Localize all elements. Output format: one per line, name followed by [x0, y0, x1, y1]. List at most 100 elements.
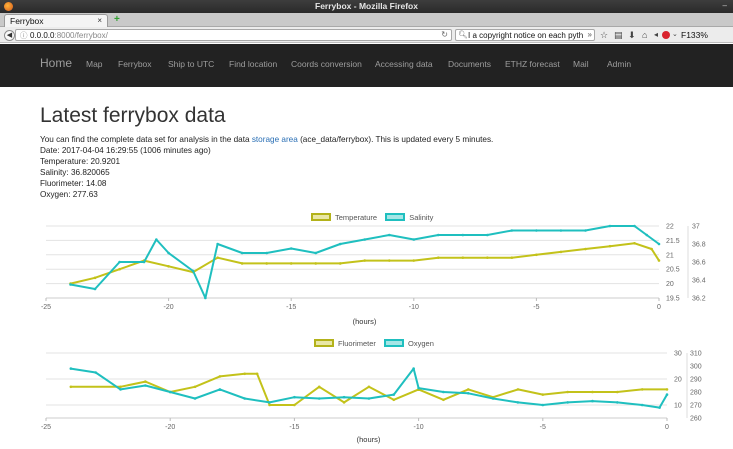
oxygen-series-point — [144, 384, 147, 387]
temperature-series-point — [265, 262, 268, 265]
fluorimeter-series-point — [541, 393, 545, 396]
nav-ethz-forecast[interactable]: ETHZ forecast — [505, 59, 560, 69]
oxygen-series-point — [591, 399, 594, 403]
adblock-icon[interactable] — [662, 31, 670, 39]
fluorimeter-series-point — [516, 388, 520, 391]
nav-map[interactable]: Map — [86, 59, 103, 69]
search-go-icon[interactable]: » — [587, 30, 592, 39]
legend-swatch-fluorimeter — [314, 339, 334, 347]
temperature-series-point — [461, 256, 465, 259]
oxygen-series-point — [466, 392, 470, 395]
salinity-series-point — [338, 242, 342, 246]
intro-before: You can find the complete data set for a… — [40, 135, 252, 144]
storage-area-link[interactable]: storage area — [252, 135, 298, 144]
oxygen-series-point — [640, 403, 644, 407]
pocket-icon[interactable]: ◂ — [654, 30, 658, 40]
info-icon[interactable]: ⓘ — [20, 30, 28, 41]
x-tick-label: 0 — [657, 304, 661, 311]
x-tick-label: -10 — [409, 304, 419, 311]
legend-label-salinity: Salinity — [409, 213, 434, 222]
salinity-series-point — [608, 224, 612, 228]
oxygen-series-point — [616, 401, 619, 404]
browser-tab[interactable]: Ferrybox × — [4, 14, 108, 27]
temperature-series-point — [412, 259, 416, 262]
url-bar[interactable]: ⓘ 0.0.0.0:8000/ferrybox/ ↻ — [15, 29, 452, 41]
y-tick-label-left: 20 — [666, 281, 674, 288]
nav-find-location[interactable]: Find location — [229, 59, 277, 69]
salinity-series-point — [461, 233, 465, 237]
salinity-series-point — [486, 233, 489, 237]
search-query: I a copyright notice on each pyth — [468, 31, 584, 40]
oxygen-series-point — [243, 397, 247, 400]
data-summary: You can find the complete data set for a… — [40, 134, 493, 200]
temperature-series-point — [338, 262, 342, 265]
y-tick-label-left: 21 — [666, 252, 674, 259]
temperature-series-point — [437, 256, 440, 259]
fluorimeter-series-point — [218, 375, 222, 378]
legend-item-oxygen[interactable]: Oxygen — [384, 339, 434, 348]
url-host: 0.0.0.0 — [30, 31, 55, 40]
salinity-series-point — [645, 233, 649, 237]
salinity-line: Salinity: 36.820065 — [40, 168, 110, 177]
x-axis-label: (hours) — [353, 317, 377, 326]
oxygen-series-point — [268, 401, 271, 404]
back-arrow-icon[interactable]: ◀ — [4, 30, 15, 41]
nav-home[interactable]: Home — [40, 56, 72, 70]
salinity-series-point — [69, 283, 72, 286]
main-content: Latest ferrybox data You can find the co… — [0, 87, 733, 449]
salinity-series-point — [412, 238, 416, 241]
reload-icon[interactable]: ↻ — [441, 30, 448, 39]
nav-documents[interactable]: Documents — [448, 59, 491, 69]
legend-label-fluorimeter: Fluorimeter — [338, 339, 376, 348]
salinity-series-point — [204, 296, 207, 300]
page-title: Latest ferrybox data — [40, 104, 226, 127]
nav-admin[interactable]: Admin — [607, 59, 631, 69]
temperature-series-point — [633, 241, 636, 245]
legend-item-fluorimeter[interactable]: Fluorimeter — [314, 339, 376, 348]
nav-ferrybox[interactable]: Ferrybox — [118, 59, 152, 69]
temperature-series-point — [650, 247, 653, 251]
salinity-series-point — [657, 242, 661, 246]
temperature-salinity-chart: -25 -20 -15 -10 -5 0 (hours) 19.5 20 20.5 21 21.5 22… — [41, 224, 706, 327]
temperature-series-point — [93, 276, 97, 280]
y-tick-label-right: 36.2 — [692, 296, 706, 303]
temperature-series-point — [486, 256, 489, 259]
home-icon[interactable]: ⌂ — [642, 30, 647, 40]
search-bar[interactable]: 🔍︎ I a copyright notice on each pyth » — [455, 29, 595, 41]
fluorimeter-series-point — [392, 398, 396, 402]
salinity-series-point — [142, 260, 146, 264]
minimize-icon[interactable]: – — [723, 1, 727, 10]
y-tick-label-right: 36.6 — [692, 260, 706, 267]
fluorimeter-series-point — [466, 388, 470, 391]
salinity-series-point — [191, 269, 195, 273]
new-tab-icon[interactable]: + — [114, 15, 120, 25]
salinity-series-point — [584, 229, 587, 232]
fluorimeter-series-point — [268, 403, 271, 407]
temperature-series-point — [510, 256, 514, 259]
fluorimeter-series-point — [69, 385, 73, 389]
x-axis-label: (hours) — [357, 435, 381, 444]
nav-coords-conversion[interactable]: Coords conversion — [291, 59, 362, 69]
fluorimeter-series-point — [193, 385, 197, 389]
temperature-series-point — [240, 262, 244, 265]
zoom-level[interactable]: F133% — [681, 30, 708, 40]
nav-ship-to-utc[interactable]: Ship to UTC — [168, 59, 214, 69]
legend-item-temperature[interactable]: Temperature — [311, 213, 377, 222]
nav-accessing-data[interactable]: Accessing data — [375, 59, 433, 69]
oxygen-series-point — [342, 395, 346, 399]
downloads-icon[interactable]: ⬇ — [628, 30, 636, 40]
legend-item-salinity[interactable]: Salinity — [385, 213, 433, 222]
temperature-series-point — [535, 253, 538, 257]
chevron-down-icon[interactable]: ⌄ — [672, 30, 678, 40]
bookmark-star-icon[interactable]: ☆ — [600, 30, 608, 40]
fluorimeter-series-point — [442, 398, 445, 402]
salinity-series-point — [167, 251, 170, 255]
nav-mail[interactable]: Mail — [573, 59, 589, 69]
y-tick-label-left: 20 — [674, 377, 682, 384]
temperature-series-point — [559, 250, 563, 254]
reading-list-icon[interactable]: ▤ — [614, 30, 623, 40]
temperature-series-point — [608, 244, 612, 248]
oxygen-series-point — [417, 386, 420, 390]
close-tab-icon[interactable]: × — [97, 16, 102, 25]
x-tick-label: -25 — [41, 424, 51, 431]
